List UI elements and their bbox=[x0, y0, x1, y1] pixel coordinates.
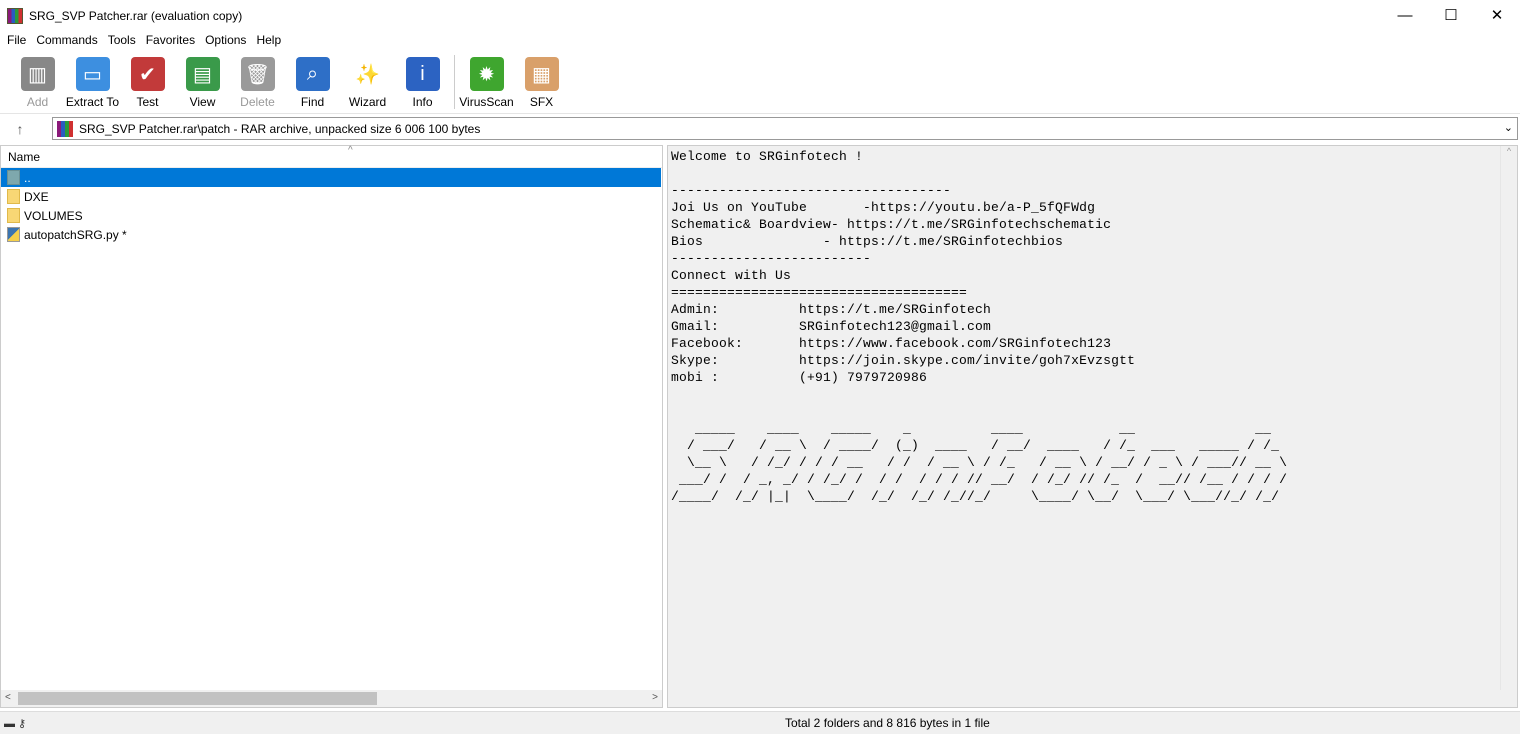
scroll-left-icon[interactable]: < bbox=[5, 692, 11, 703]
info-icon: i bbox=[405, 57, 440, 91]
minimize-button[interactable]: — bbox=[1382, 0, 1428, 30]
toolbar-label: SFX bbox=[529, 95, 554, 109]
toolbar-label: Add bbox=[26, 95, 49, 109]
toolbar-label: VirusScan bbox=[459, 95, 514, 109]
close-button[interactable]: ✕ bbox=[1474, 0, 1520, 30]
file-name: autopatchSRG.py * bbox=[24, 227, 127, 242]
vertical-scrollbar[interactable]: ^ bbox=[1500, 146, 1517, 691]
menu-help[interactable]: Help bbox=[251, 31, 286, 50]
folder-icon bbox=[7, 189, 20, 204]
file-name: .. bbox=[24, 170, 31, 185]
title-bar: SRG_SVP Patcher.rar (evaluation copy) — … bbox=[0, 0, 1520, 31]
toolbar-label: Wizard bbox=[348, 95, 387, 109]
file-row[interactable]: DXE bbox=[1, 187, 661, 206]
toolbar-label: Find bbox=[300, 95, 325, 109]
menu-bar: File Commands Tools Favorites Options He… bbox=[0, 31, 286, 50]
toolbar-sfx-button[interactable]: ▦ SFX bbox=[514, 52, 569, 113]
file-row[interactable]: .. bbox=[1, 168, 661, 187]
toolbar-label: Delete bbox=[240, 95, 275, 109]
toolbar-test-button[interactable]: ✔ Test bbox=[120, 52, 175, 113]
menu-favorites[interactable]: Favorites bbox=[141, 31, 200, 50]
toolbar-label: Extract To bbox=[65, 95, 120, 109]
column-header-name[interactable]: Name ^ bbox=[1, 145, 662, 168]
file-list-pane: Name ^ .. DXE VOLUMES autopatchSRG.py * < > bbox=[0, 145, 663, 708]
toolbar-label: Info bbox=[412, 95, 433, 109]
magic-wand-icon: ✨ bbox=[350, 57, 385, 91]
toolbar-extract-to-button[interactable]: ▭ Extract To bbox=[65, 52, 120, 113]
parent-folder-icon bbox=[7, 170, 20, 185]
window-title: SRG_SVP Patcher.rar (evaluation copy) bbox=[29, 8, 243, 23]
scroll-up-icon[interactable]: ^ bbox=[1501, 146, 1517, 156]
toolbar-find-button[interactable]: ⌕ Find bbox=[285, 52, 340, 113]
book-icon: ▤ bbox=[185, 57, 220, 91]
toolbar-label: View bbox=[189, 95, 216, 109]
drive-key-icon: ▬ ⚷ bbox=[4, 717, 27, 730]
magnifier-icon: ⌕ bbox=[295, 57, 330, 91]
comment-horizontal-scrollbar[interactable] bbox=[668, 690, 1501, 707]
address-bar: ↑ SRG_SVP Patcher.rar\patch - RAR archiv… bbox=[0, 117, 1520, 141]
horizontal-scrollbar[interactable]: < > bbox=[1, 690, 662, 707]
add-icon: ▥ bbox=[20, 57, 55, 91]
sort-ascending-icon: ^ bbox=[348, 145, 353, 156]
python-file-icon bbox=[7, 227, 20, 242]
folder-extract-icon: ▭ bbox=[75, 57, 110, 91]
toolbar-separator bbox=[454, 55, 455, 109]
menu-commands[interactable]: Commands bbox=[31, 31, 102, 50]
column-header-label: Name bbox=[8, 150, 41, 164]
toolbar-virusscan-button[interactable]: ✹ VirusScan bbox=[459, 52, 514, 113]
up-arrow-icon[interactable]: ↑ bbox=[0, 121, 40, 137]
toolbar-label: Test bbox=[136, 95, 159, 109]
sfx-box-icon: ▦ bbox=[524, 57, 559, 91]
file-row[interactable]: VOLUMES bbox=[1, 206, 661, 225]
path-combobox[interactable]: SRG_SVP Patcher.rar\patch - RAR archive,… bbox=[52, 117, 1518, 140]
toolbar: ▥ Add ▭ Extract To ✔ Test ▤ View 🗑 Delete ⌕ Find ✨ Wi… bbox=[0, 52, 1520, 114]
path-text: SRG_SVP Patcher.rar\patch - RAR archive,… bbox=[79, 121, 481, 136]
status-bar: ▬ ⚷ Total 2 folders and 8 816 bytes in 1… bbox=[0, 711, 1520, 734]
maximize-button[interactable]: ☐ bbox=[1428, 0, 1474, 30]
virus-scan-icon: ✹ bbox=[469, 57, 504, 91]
toolbar-wizard-button[interactable]: ✨ Wizard bbox=[340, 52, 395, 113]
menu-tools[interactable]: Tools bbox=[103, 31, 141, 50]
menu-options[interactable]: Options bbox=[200, 31, 251, 50]
clipboard-check-icon: ✔ bbox=[130, 57, 165, 91]
scroll-right-icon[interactable]: > bbox=[652, 692, 658, 703]
toolbar-info-button[interactable]: i Info bbox=[395, 52, 450, 113]
winrar-app-icon bbox=[7, 7, 23, 24]
status-text: Total 2 folders and 8 816 bytes in 1 fil… bbox=[785, 716, 990, 730]
menu-file[interactable]: File bbox=[2, 31, 31, 50]
file-name: DXE bbox=[24, 189, 49, 204]
toolbar-view-button[interactable]: ▤ View bbox=[175, 52, 230, 113]
toolbar-add-button[interactable]: ▥ Add bbox=[10, 52, 65, 113]
scrollbar-thumb[interactable] bbox=[18, 692, 377, 705]
archive-comment-text: Welcome to SRGinfotech ! ---------------… bbox=[671, 149, 1288, 504]
trash-icon: 🗑 bbox=[240, 57, 275, 91]
file-name: VOLUMES bbox=[24, 208, 83, 223]
chevron-down-icon[interactable]: ⌄ bbox=[1504, 121, 1513, 134]
toolbar-delete-button[interactable]: 🗑 Delete bbox=[230, 52, 285, 113]
file-row[interactable]: autopatchSRG.py * bbox=[1, 225, 661, 244]
rar-archive-icon bbox=[57, 120, 73, 137]
archive-comment-pane: Welcome to SRGinfotech ! ---------------… bbox=[667, 145, 1518, 708]
folder-icon bbox=[7, 208, 20, 223]
